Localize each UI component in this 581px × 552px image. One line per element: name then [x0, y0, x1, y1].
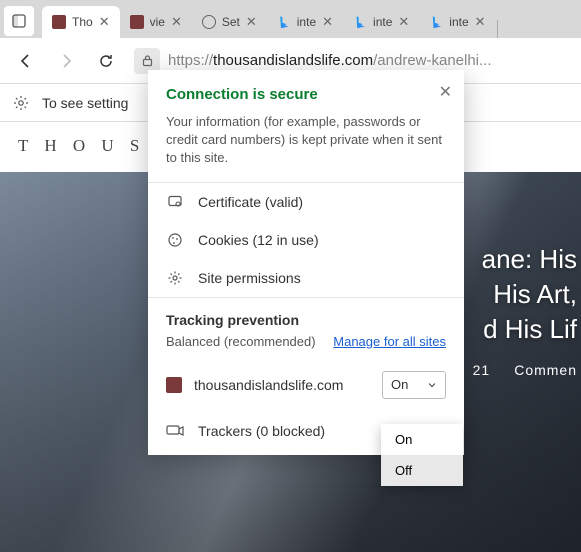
tab-4[interactable]: inte ✕ [343, 6, 419, 38]
trackers-icon [166, 424, 184, 438]
refresh-button[interactable] [88, 43, 124, 79]
permissions-label: Site permissions [198, 270, 301, 286]
cookie-icon [166, 231, 184, 249]
tab-0[interactable]: Tho ✕ [42, 6, 120, 38]
certificate-label: Certificate (valid) [198, 194, 303, 210]
close-tab-icon[interactable]: ✕ [246, 14, 257, 30]
app-menu-icon[interactable] [4, 6, 34, 36]
favicon-icon [130, 15, 144, 29]
gear-icon [202, 15, 216, 29]
url-scheme: https:// [168, 52, 213, 69]
manage-all-link[interactable]: Manage for all sites [333, 334, 446, 349]
tab-label: inte [449, 15, 468, 29]
bing-icon [277, 15, 291, 29]
url-host: thousandislandslife.com [213, 52, 373, 69]
close-tab-icon[interactable]: ✕ [99, 14, 110, 30]
hero-title-line: ane: His [482, 242, 577, 277]
tracking-select[interactable]: On [382, 371, 446, 399]
hero-title-line: d His Lif [482, 312, 577, 347]
security-popover: ✕ Connection is secure Your information … [148, 70, 464, 455]
trackers-label: Trackers (0 blocked) [198, 423, 325, 439]
site-label: thousandislandslife.com [194, 377, 343, 393]
certificate-icon [166, 193, 184, 211]
close-tab-icon[interactable]: ✕ [171, 14, 182, 30]
permissions-row[interactable]: Site permissions [148, 259, 464, 297]
tab-divider [497, 20, 498, 38]
site-row: thousandislandslife.com On [148, 361, 464, 413]
tab-label: Set [222, 15, 240, 29]
tab-label: Tho [72, 15, 93, 29]
tab-1[interactable]: vie ✕ [120, 6, 192, 38]
hero-comments[interactable]: Commen [514, 362, 577, 378]
chevron-down-icon [427, 380, 437, 390]
tab-label: inte [297, 15, 316, 29]
back-button[interactable] [8, 43, 44, 79]
hero-title: ane: His His Art, d His Lif [482, 242, 577, 347]
tab-5[interactable]: inte ✕ [419, 6, 495, 38]
tracking-select-dropdown: On Off [381, 424, 463, 486]
forward-button [48, 43, 84, 79]
hero-date: 21 [473, 362, 491, 378]
tab-label: inte [373, 15, 392, 29]
info-bar-text: To see setting [42, 95, 128, 111]
cookies-label: Cookies (12 in use) [198, 232, 319, 248]
select-value: On [391, 377, 408, 392]
cookies-row[interactable]: Cookies (12 in use) [148, 221, 464, 259]
close-icon[interactable]: ✕ [439, 82, 452, 102]
option-on[interactable]: On [381, 424, 463, 455]
close-tab-icon[interactable]: ✕ [475, 14, 486, 30]
tracking-title: Tracking prevention [148, 298, 464, 332]
hero-title-line: His Art, [482, 277, 577, 312]
gear-icon [166, 269, 184, 287]
tab-strip: Tho ✕ vie ✕ Set ✕ inte ✕ inte ✕ inte ✕ [0, 0, 581, 38]
url-path: /andrew-kanelhi... [373, 52, 491, 69]
close-tab-icon[interactable]: ✕ [322, 14, 333, 30]
option-off[interactable]: Off [381, 455, 463, 486]
tab-3[interactable]: inte ✕ [267, 6, 343, 38]
url-text: https://thousandislandslife.com/andrew-k… [168, 52, 492, 69]
tab-2[interactable]: Set ✕ [192, 6, 267, 38]
bing-icon [429, 15, 443, 29]
close-tab-icon[interactable]: ✕ [398, 14, 409, 30]
popover-desc: Your information (for example, passwords… [166, 113, 446, 168]
tab-label: vie [150, 15, 165, 29]
gear-icon [12, 94, 30, 112]
favicon-icon [52, 15, 66, 29]
certificate-row[interactable]: Certificate (valid) [148, 183, 464, 221]
tracking-sub: Balanced (recommended) [166, 334, 316, 349]
bing-icon [353, 15, 367, 29]
favicon-icon [166, 377, 182, 393]
popover-title: Connection is secure [166, 86, 446, 103]
